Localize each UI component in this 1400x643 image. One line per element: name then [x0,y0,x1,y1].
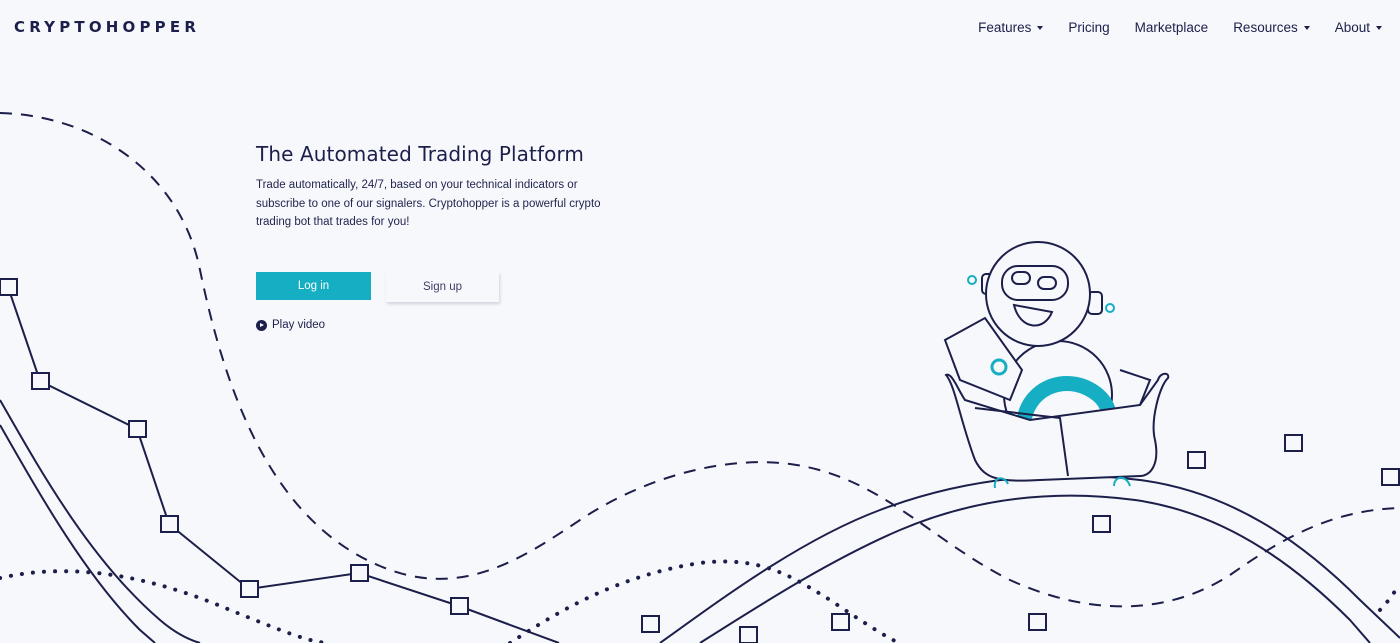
nav-resources-label: Resources [1233,19,1298,35]
chart-node [831,613,850,631]
chart-node [1187,451,1206,469]
chart-node [739,626,758,643]
play-video-label: Play video [272,319,326,331]
robot-mascot [943,241,1170,489]
nav-resources[interactable]: Resources [1233,20,1310,35]
nav-features-label: Features [978,19,1032,35]
chart-node [1028,613,1047,631]
play-video-link[interactable]: Play video [256,319,325,331]
chart-node [240,580,259,598]
chart-node [31,372,50,390]
hero-title: The Automated Trading Platform [256,142,585,166]
chevron-down-icon [1303,25,1310,30]
chart-node [1381,468,1400,486]
chart-node [641,615,660,633]
main-nav: Features Pricing Marketplace Resources A… [978,20,1382,35]
chart-node [128,420,147,438]
line-chart-path [7,286,560,643]
nav-about-label: About [1334,19,1370,35]
signup-button[interactable]: Sign up [386,272,499,302]
hero-section: The Automated Trading Platform Trade aut… [256,142,656,331]
play-circle-icon [256,319,267,331]
nav-features[interactable]: Features [978,19,1044,35]
dashed-curve-left [0,112,1400,608]
hero-description: Trade automatically, 24/7, based on your… [256,179,601,228]
dotted-wave-right [1378,583,1400,612]
hero-illustration [0,112,1400,643]
nav-marketplace-label: Marketplace [1134,19,1209,35]
top-navbar: CRYPTOHOPPER Features Pricing Marketplac… [0,0,1400,54]
nav-about[interactable]: About [1335,20,1382,35]
track-rail-left-2 [0,424,156,643]
chart-node [1284,434,1303,452]
nav-pricing[interactable]: Pricing [1068,20,1109,35]
nav-marketplace[interactable]: Marketplace [1135,20,1209,35]
chevron-down-icon [1037,25,1044,30]
login-button[interactable]: Log in [256,272,371,300]
chart-node [1092,515,1111,533]
nav-pricing-label: Pricing [1068,19,1110,35]
hero-buttons: Log in Sign up [256,272,499,302]
chart-node [160,515,179,533]
cryptohopper-logo[interactable]: CRYPTOHOPPER [14,18,200,36]
chart-node [0,278,18,296]
chart-node [450,597,469,615]
landing-page: CRYPTOHOPPER Features Pricing Marketplac… [0,0,1400,643]
chevron-down-icon [1376,25,1382,30]
chart-node [350,564,369,582]
